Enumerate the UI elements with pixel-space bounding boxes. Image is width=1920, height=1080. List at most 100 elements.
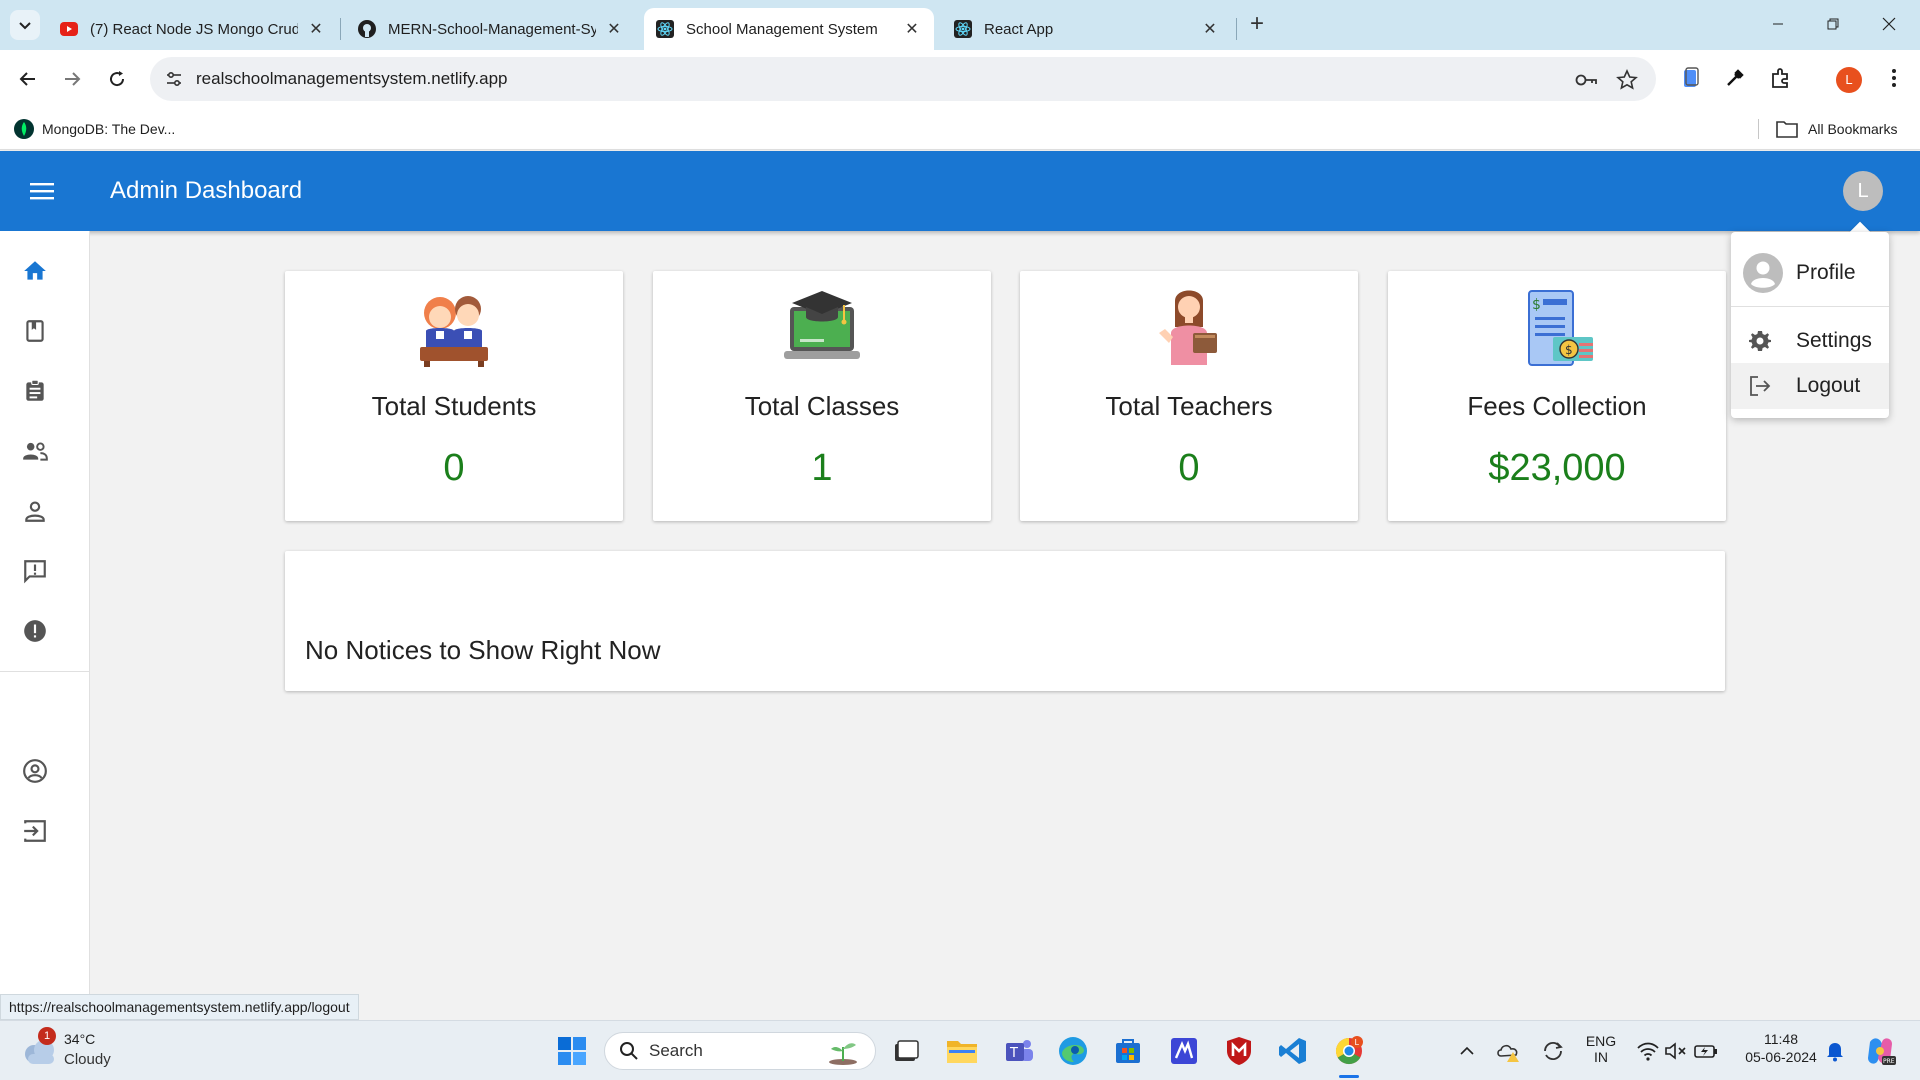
sidebar-item-logout[interactable] [20,816,50,846]
account-circle-icon [23,759,47,783]
new-tab-button[interactable]: + [1244,12,1270,38]
eyedropper-icon[interactable] [1722,65,1748,91]
battery-charging-icon [1694,1045,1717,1058]
sidebar-item-classes[interactable] [20,316,50,346]
battery-tray[interactable] [1691,1033,1721,1069]
site-settings-icon[interactable] [164,69,184,89]
tab-search-button[interactable] [10,10,40,40]
cloud-icon [22,1039,58,1070]
weather-condition: Cloudy [64,1051,111,1068]
stat-label: Total Teachers [1105,391,1273,421]
report-icon [24,620,46,642]
stat-label: Total Students [371,391,537,421]
sync-tray[interactable] [1538,1033,1568,1069]
close-tab-icon[interactable]: ✕ [1200,19,1220,39]
tab-title: MERN-School-Management-Sy [388,20,596,38]
sidebar-item-teachers[interactable] [20,436,50,466]
password-key-icon[interactable] [1574,69,1597,91]
clock[interactable]: 11:48 05-06-2024 [1741,1031,1821,1065]
search-highlight-plant-icon [827,1037,859,1070]
chrome-menu-icon[interactable] [1881,65,1907,91]
vscode-app[interactable] [1273,1031,1313,1071]
restore-button[interactable] [1810,8,1856,40]
menu-item-profile[interactable]: Profile [1731,246,1889,300]
tab-separator [1236,18,1237,40]
weather-notification-badge: 1 [38,1027,56,1045]
microsoft-store-icon [1116,1039,1140,1063]
start-button[interactable] [552,1031,592,1071]
language-indicator[interactable]: ENG IN [1581,1033,1621,1065]
teams-app[interactable]: T [999,1031,1039,1071]
stat-card-teachers: Total Teachers 0 [1020,271,1358,521]
bookmark-mongodb[interactable]: MongoDB: The Dev... [14,108,175,150]
address-bar[interactable]: realschoolmanagementsystem.netlify.app [150,57,1656,101]
reload-button[interactable] [101,63,133,95]
close-tab-icon[interactable]: ✕ [604,19,624,39]
stat-value: 0 [1178,447,1200,489]
menu-item-label: Settings [1796,329,1872,352]
menu-item-settings[interactable]: Settings [1731,318,1889,364]
edge-app[interactable] [1053,1031,1093,1071]
mcafee-app[interactable] [1219,1031,1259,1071]
back-button[interactable] [12,63,44,95]
account-avatar-button[interactable]: L [1843,171,1883,211]
notices-card: No Notices to Show Right Now [285,551,1725,691]
taskbar-search[interactable]: Search [604,1032,876,1070]
wifi-tray[interactable] [1633,1033,1663,1069]
browser-profile-avatar[interactable]: L [1836,67,1862,93]
tab-school-management[interactable]: School Management System ✕ [644,8,934,50]
tab-github[interactable]: MERN-School-Management-Sy ✕ [346,8,636,50]
bookmarks-separator [1758,119,1759,139]
store-app[interactable] [1108,1031,1148,1071]
tray-overflow-button[interactable] [1452,1033,1482,1069]
close-icon [1882,17,1896,31]
file-explorer-app[interactable] [942,1031,982,1071]
sidebar-item-complains[interactable] [20,616,50,646]
sidebar-item-subjects[interactable] [20,376,50,406]
onedrive-warning-icon [1497,1044,1519,1062]
weather-widget[interactable]: 1 34°C Cloudy [22,1027,142,1073]
gear-icon [1745,326,1775,356]
sidebar-item-notices[interactable] [20,556,50,586]
menu-button[interactable] [22,171,62,211]
bookmark-star-icon[interactable] [1616,69,1638,91]
stat-value: $23,000 [1488,447,1626,489]
forward-button[interactable] [56,63,88,95]
reload-icon [110,71,125,87]
copilot-button[interactable]: PRE [1862,1033,1898,1069]
all-bookmarks-label: All Bookmarks [1808,121,1898,137]
menu-item-logout[interactable]: Logout [1731,363,1889,409]
sidebar-item-profile[interactable] [20,756,50,786]
chrome-icon: L [1335,1036,1363,1065]
close-tab-icon[interactable]: ✕ [902,19,922,39]
assignment-icon [26,379,44,401]
powerautomate-app[interactable] [1164,1031,1204,1071]
onedrive-tray[interactable] [1494,1033,1524,1069]
sidebar-item-students[interactable] [20,496,50,526]
sidebar-item-home[interactable] [20,256,50,286]
tab-youtube[interactable]: (7) React Node JS Mongo Crud ✕ [48,8,338,50]
avatar-icon [1743,253,1783,293]
tab-react-app[interactable]: React App ✕ [942,8,1232,50]
notifications-button[interactable] [1820,1033,1850,1069]
volume-tray[interactable] [1661,1033,1691,1069]
stat-card-students: Total Students 0 [285,271,623,521]
chrome-app[interactable]: L [1329,1031,1369,1071]
menu-item-label: Profile [1796,261,1856,284]
youtube-icon [60,20,78,38]
task-view-app[interactable] [886,1031,926,1071]
stat-value: 0 [443,447,465,489]
close-window-button[interactable] [1866,8,1912,40]
bookmark-label: MongoDB: The Dev... [42,121,176,137]
windows-taskbar: 1 34°C Cloudy Search T L ENG IN 11:48 05… [0,1020,1920,1080]
extensions-puzzle-icon[interactable] [1768,65,1794,91]
extension-copy-icon[interactable] [1677,65,1703,91]
sync-icon [1544,1041,1563,1061]
close-tab-icon[interactable]: ✕ [306,19,326,39]
all-bookmarks-button[interactable]: All Bookmarks [1776,108,1897,150]
feedback-icon [24,560,46,584]
tab-title: React App [984,20,1054,38]
minimize-button[interactable] [1755,8,1801,40]
link-status-bubble: https://realschoolmanagementsystem.netli… [0,994,359,1020]
language-code: ENG [1585,1033,1617,1049]
